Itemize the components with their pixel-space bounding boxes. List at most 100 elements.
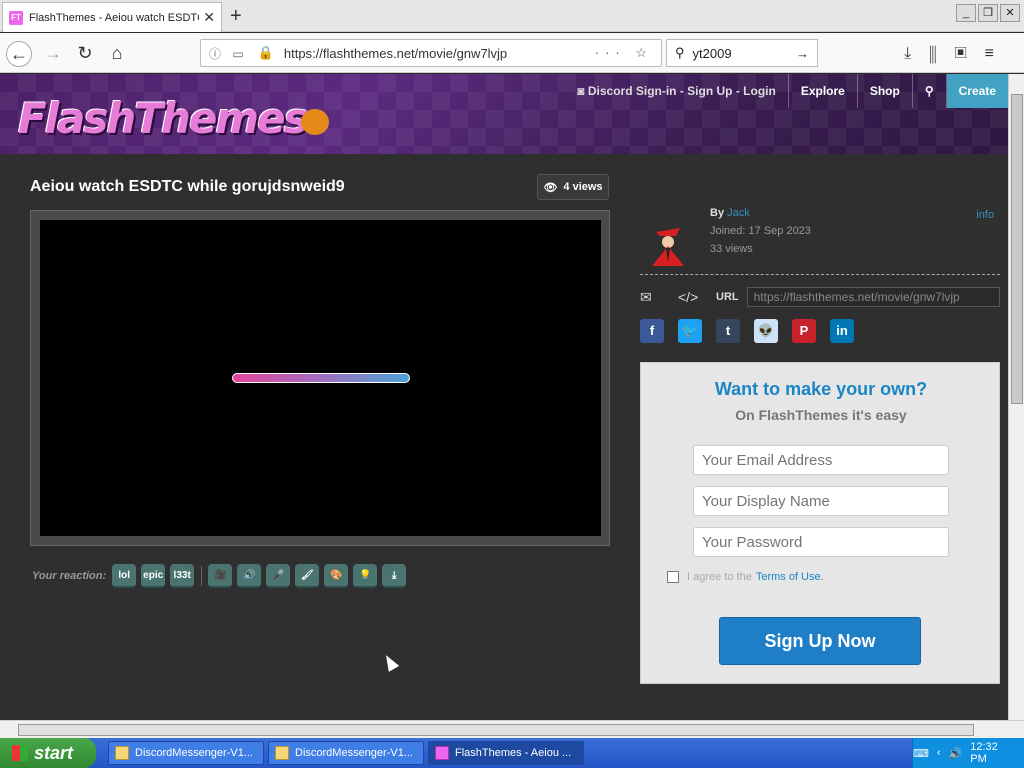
firefox-icon bbox=[435, 746, 449, 760]
facebook-icon[interactable]: f bbox=[640, 319, 664, 343]
shop-link[interactable]: Shop bbox=[858, 74, 913, 108]
horizontal-scroll-thumb[interactable] bbox=[18, 724, 974, 736]
by-label: By bbox=[710, 207, 725, 219]
discord-icon: ◙ bbox=[577, 84, 588, 98]
vertical-scroll-thumb[interactable] bbox=[1011, 94, 1023, 404]
reload-button[interactable]: ↻ bbox=[72, 41, 98, 67]
web-page: FlashThemes ◙ Discord Sign-in - Sign Up … bbox=[0, 74, 1008, 720]
author-by: By Jack bbox=[710, 207, 750, 219]
author-panel: By Jack Joined: 17 Sep 2023 33 views inf… bbox=[640, 202, 1000, 278]
back-button[interactable]: ← bbox=[6, 41, 32, 67]
restore-button[interactable]: ❐ bbox=[978, 4, 998, 22]
microphone-icon[interactable]: 🎤 bbox=[266, 564, 291, 588]
embed-code-icon[interactable]: </> bbox=[678, 289, 704, 305]
linkedin-icon[interactable]: in bbox=[830, 319, 854, 343]
explore-link[interactable]: Explore bbox=[789, 74, 858, 108]
close-window-button[interactable]: ✕ bbox=[1000, 4, 1020, 22]
top-nav: ◙ Discord Sign-in - Sign Up - Login Expl… bbox=[565, 74, 1008, 108]
reddit-icon[interactable]: 👽 bbox=[754, 319, 778, 343]
sidebar-icon[interactable]: ▣ bbox=[954, 45, 984, 62]
palette-icon[interactable]: 🎨 bbox=[324, 564, 349, 588]
site-logo[interactable]: FlashThemes bbox=[18, 94, 329, 143]
display-name-field[interactable] bbox=[693, 486, 949, 516]
lock-icon: 🔒 bbox=[257, 45, 274, 60]
tab-strip: FT FlashThemes - Aeiou watch ESDTC ✕ + _… bbox=[0, 0, 1024, 32]
tray-arrow-icon[interactable]: ‹ bbox=[937, 747, 941, 759]
password-field[interactable] bbox=[693, 527, 949, 557]
taskbar-item[interactable]: DiscordMessenger-V1... bbox=[108, 741, 264, 765]
taskbar-item[interactable]: DiscordMessenger-V1... bbox=[268, 741, 424, 765]
camera-icon[interactable]: 🎥 bbox=[208, 564, 233, 588]
taskbar-item-active[interactable]: FlashThemes - Aeiou ... bbox=[428, 741, 584, 765]
vertical-scrollbar[interactable] bbox=[1008, 74, 1024, 720]
section-divider bbox=[640, 274, 1000, 275]
keyboard-icon[interactable]: ⌨ bbox=[913, 747, 929, 760]
home-button[interactable]: ⌂ bbox=[104, 41, 130, 67]
player-screen[interactable] bbox=[40, 220, 601, 536]
email-icon[interactable]: ✉ bbox=[640, 289, 666, 306]
start-label: start bbox=[34, 742, 74, 763]
lightbulb-icon[interactable]: 💡 bbox=[353, 564, 378, 588]
task-label: DiscordMessenger-V1... bbox=[135, 747, 253, 759]
favicon-icon: FT bbox=[9, 10, 23, 25]
tab-title: FlashThemes - Aeiou watch ESDTC bbox=[29, 11, 200, 24]
start-button[interactable]: start bbox=[0, 738, 96, 768]
video-player[interactable] bbox=[30, 210, 610, 546]
sound-icon[interactable]: 🔊 bbox=[237, 564, 262, 588]
terms-checkbox[interactable] bbox=[667, 571, 679, 583]
signup-headline: Want to make your own? bbox=[714, 379, 928, 399]
discord-label: Discord Sign-in - Sign Up - Login bbox=[587, 84, 776, 98]
search-go-icon[interactable]: → bbox=[796, 46, 809, 61]
reaction-bar: Your reaction: lol epic l33t 🎥 🔊 🎤 🖌 🎨 💡… bbox=[32, 564, 411, 588]
social-share-row: f 🐦 t 👽 P in bbox=[640, 319, 868, 343]
reaction-divider bbox=[201, 566, 203, 586]
twitter-icon[interactable]: 🐦 bbox=[678, 319, 702, 343]
views-badge: 👁 4 views bbox=[537, 174, 609, 200]
forward-button[interactable]: → bbox=[40, 41, 66, 67]
minimize-button[interactable]: _ bbox=[956, 4, 976, 22]
close-tab-icon[interactable]: ✕ bbox=[203, 9, 215, 26]
toolbar-icons: ⤓⫼▣≡ bbox=[904, 45, 1012, 63]
terms-link[interactable]: Terms of Use. bbox=[756, 571, 824, 583]
download-reaction-icon[interactable]: ⤓ bbox=[382, 564, 407, 588]
pinterest-icon[interactable]: P bbox=[792, 319, 816, 343]
browser-tab[interactable]: FT FlashThemes - Aeiou watch ESDTC ✕ bbox=[2, 2, 222, 32]
reaction-lol-button[interactable]: lol bbox=[112, 564, 137, 588]
url-text: https://flashthemes.net/movie/gnw7lvjp bbox=[283, 45, 508, 61]
terms-text: I agree to the bbox=[687, 571, 752, 583]
search-query: yt2009 bbox=[692, 45, 732, 61]
tumblr-icon[interactable]: t bbox=[716, 319, 740, 343]
taskbar: start DiscordMessenger-V1... DiscordMess… bbox=[0, 738, 1024, 768]
reaction-epic-button[interactable]: epic bbox=[141, 564, 166, 588]
views-count: 4 views bbox=[563, 181, 603, 193]
new-tab-button[interactable]: + bbox=[230, 6, 242, 26]
author-views: 33 views bbox=[710, 243, 753, 255]
horizontal-scrollbar[interactable] bbox=[0, 720, 1024, 738]
email-field[interactable] bbox=[693, 445, 949, 475]
download-icon[interactable]: ⤓ bbox=[904, 45, 929, 62]
task-label: FlashThemes - Aeiou ... bbox=[455, 747, 572, 759]
pumpkin-icon bbox=[300, 108, 329, 135]
discord-login-link[interactable]: ◙ Discord Sign-in - Sign Up - Login bbox=[565, 74, 789, 108]
info-link[interactable]: info bbox=[976, 209, 994, 221]
library-icon[interactable]: ⫼ bbox=[929, 45, 954, 62]
create-button[interactable]: Create bbox=[946, 74, 1008, 108]
menu-icon[interactable]: ≡ bbox=[985, 45, 1012, 62]
share-url-field[interactable]: https://flashthemes.net/movie/gnw7lvjp bbox=[746, 287, 1000, 307]
volume-icon[interactable]: 🔊 bbox=[949, 747, 963, 760]
loading-bar bbox=[232, 373, 410, 383]
search-box[interactable]: ⚲ yt2009 → bbox=[666, 39, 818, 67]
url-bar[interactable]: ⓘ ▭ 🔒 https://flashthemes.net/movie/gnw7… bbox=[200, 39, 662, 67]
main-content: Aeiou watch ESDTC while gorujdsnweid9 👁 4… bbox=[0, 154, 1008, 720]
author-name-link[interactable]: Jack bbox=[727, 207, 750, 219]
site-info-icon[interactable]: ⓘ ▭ bbox=[209, 45, 248, 62]
reaction-l33t-button[interactable]: l33t bbox=[170, 564, 195, 588]
sign-up-button[interactable]: Sign Up Now bbox=[719, 617, 921, 665]
task-label: DiscordMessenger-V1... bbox=[295, 747, 413, 759]
system-tray: ⌨ ‹ 🔊 12:32 PM bbox=[912, 738, 1024, 768]
author-avatar[interactable] bbox=[646, 222, 690, 266]
brush-icon[interactable]: 🖌 bbox=[295, 564, 320, 588]
windows-flag-icon bbox=[12, 745, 28, 761]
site-search-icon[interactable]: ⚲ bbox=[913, 74, 947, 108]
page-actions-icon[interactable]: ··· ☆ bbox=[595, 45, 653, 61]
